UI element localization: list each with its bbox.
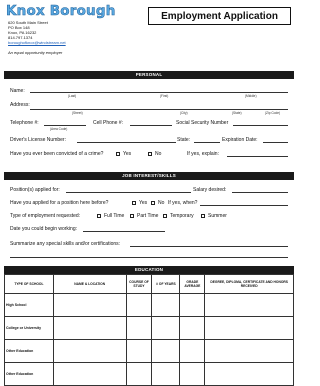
row-label-high-school: High School: [4, 293, 54, 317]
applied-no-label: No: [158, 200, 165, 206]
crime-label: Have you ever been convicted of a crime?: [10, 151, 104, 157]
table-row: Other Education: [4, 339, 294, 363]
row-label-college: College or University: [4, 316, 54, 340]
skills-label: Summarize any special skills and/or cert…: [10, 241, 121, 247]
col-degree: DEGREE, DIPLOMA, CERTIFICATE AND HONORS …: [204, 274, 294, 294]
position-field[interactable]: [66, 192, 191, 193]
address-label: Address:: [10, 102, 30, 108]
table-cell[interactable]: [179, 362, 206, 386]
telephone-label: Telephone #:: [10, 120, 39, 126]
temporary-checkbox[interactable]: [163, 214, 167, 218]
table-row: High School: [4, 293, 294, 317]
name-label: Name:: [10, 88, 25, 94]
crime-yes-checkbox[interactable]: [116, 152, 120, 156]
table-cell[interactable]: [204, 293, 294, 317]
table-cell[interactable]: [125, 293, 153, 317]
education-header-row: TYPE OF SCHOOL NAME & LOCATION COURSE OF…: [4, 274, 294, 294]
license-label: Driver's License Number:: [10, 137, 66, 143]
applied-before-label: Have you applied for a position here bef…: [10, 200, 109, 206]
name-sub-middle: (Middle): [245, 94, 257, 98]
cell-phone-label: Cell Phone #:: [93, 120, 124, 126]
summer-label: Summer: [208, 213, 227, 219]
org-logo-text: Knox Borough: [6, 3, 116, 20]
col-course-of-study: COURSE OF STUDY: [125, 274, 153, 294]
skills-field-line-1[interactable]: [130, 246, 288, 247]
explain-field[interactable]: [227, 156, 288, 157]
telephone-field[interactable]: [44, 125, 86, 126]
table-cell[interactable]: [204, 362, 294, 386]
salary-field[interactable]: [232, 192, 288, 193]
license-field[interactable]: [77, 142, 176, 143]
state-label: State:: [177, 137, 191, 143]
table-cell[interactable]: [151, 316, 181, 340]
applied-yes-checkbox[interactable]: [132, 201, 136, 205]
name-field[interactable]: [30, 92, 288, 93]
begin-date-field[interactable]: [83, 231, 165, 232]
expiration-label: Expiration Date:: [222, 137, 258, 143]
name-sub-last: (Last): [68, 94, 77, 98]
begin-date-label: Date you could begin working:: [10, 226, 77, 232]
row-label-other-education-1: Other Education: [4, 339, 54, 363]
col-years: # OF YEARS: [151, 274, 181, 294]
explain-label: If yes, explain:: [187, 151, 219, 157]
table-cell[interactable]: [125, 316, 153, 340]
cell-phone-field[interactable]: [130, 125, 172, 126]
form-title: Employment Application: [148, 7, 291, 25]
part-time-checkbox[interactable]: [130, 214, 134, 218]
crime-no-checkbox[interactable]: [148, 152, 152, 156]
col-type-of-school: TYPE OF SCHOOL: [4, 274, 54, 294]
table-cell[interactable]: [52, 339, 127, 363]
full-time-checkbox[interactable]: [97, 214, 101, 218]
table-cell[interactable]: [151, 362, 181, 386]
table-cell[interactable]: [204, 316, 294, 340]
section-header-personal: PERSONAL: [4, 71, 294, 79]
skills-field-line-2[interactable]: [10, 257, 288, 258]
applied-no-checkbox[interactable]: [151, 201, 155, 205]
address-sub-street: (Street): [72, 111, 83, 115]
salary-label: Salary desired:: [193, 187, 227, 193]
section-header-education: EDUCATION: [4, 266, 294, 274]
section-header-job: JOB INTEREST/SKILLS: [4, 172, 294, 180]
education-table: TYPE OF SCHOOL NAME & LOCATION COURSE OF…: [4, 274, 294, 386]
applied-yes-label: Yes: [139, 200, 148, 206]
position-label: Position(s) applied for:: [10, 187, 60, 193]
table-cell[interactable]: [125, 362, 153, 386]
part-time-label: Part Time: [137, 213, 159, 219]
table-cell[interactable]: [125, 339, 153, 363]
table-cell[interactable]: [179, 316, 206, 340]
table-cell[interactable]: [151, 339, 181, 363]
crime-yes-label: Yes: [123, 151, 132, 157]
name-sub-first: (First): [160, 94, 169, 98]
table-cell[interactable]: [52, 362, 127, 386]
table-row: Other Education: [4, 362, 294, 386]
table-cell[interactable]: [52, 293, 127, 317]
ssn-label: Social Security Number: [176, 120, 229, 126]
address-sub-zip: (Zip Code): [265, 111, 281, 115]
employment-type-label: Type of employment requested:: [10, 213, 81, 219]
col-name-location: NAME & LOCATION: [52, 274, 127, 294]
when-label: If yes, when?: [168, 200, 198, 206]
summer-checkbox[interactable]: [201, 214, 205, 218]
address-sub-state: (State): [232, 111, 242, 115]
table-cell[interactable]: [151, 293, 181, 317]
area-code-sub: (Area Code): [50, 127, 68, 131]
eeo-text: An equal opportunity employer: [8, 50, 63, 55]
state-field[interactable]: [194, 142, 220, 143]
temporary-label: Temporary: [170, 213, 194, 219]
when-field[interactable]: [200, 205, 288, 206]
table-cell[interactable]: [179, 339, 206, 363]
address-sub-city: (City): [180, 111, 188, 115]
table-cell[interactable]: [52, 316, 127, 340]
row-label-other-education-2: Other Education: [4, 362, 54, 386]
email-link[interactable]: boroughofknox@windstream.net: [8, 40, 66, 45]
full-time-label: Full Time: [104, 213, 125, 219]
table-cell[interactable]: [204, 339, 294, 363]
table-cell[interactable]: [179, 293, 206, 317]
crime-no-label: No: [155, 151, 162, 157]
expiration-field[interactable]: [263, 142, 288, 143]
table-row: College or University: [4, 316, 294, 340]
ssn-field[interactable]: [233, 125, 288, 126]
address-field[interactable]: [30, 109, 288, 110]
col-grade-average: GRADE AVERAGE: [179, 274, 206, 294]
